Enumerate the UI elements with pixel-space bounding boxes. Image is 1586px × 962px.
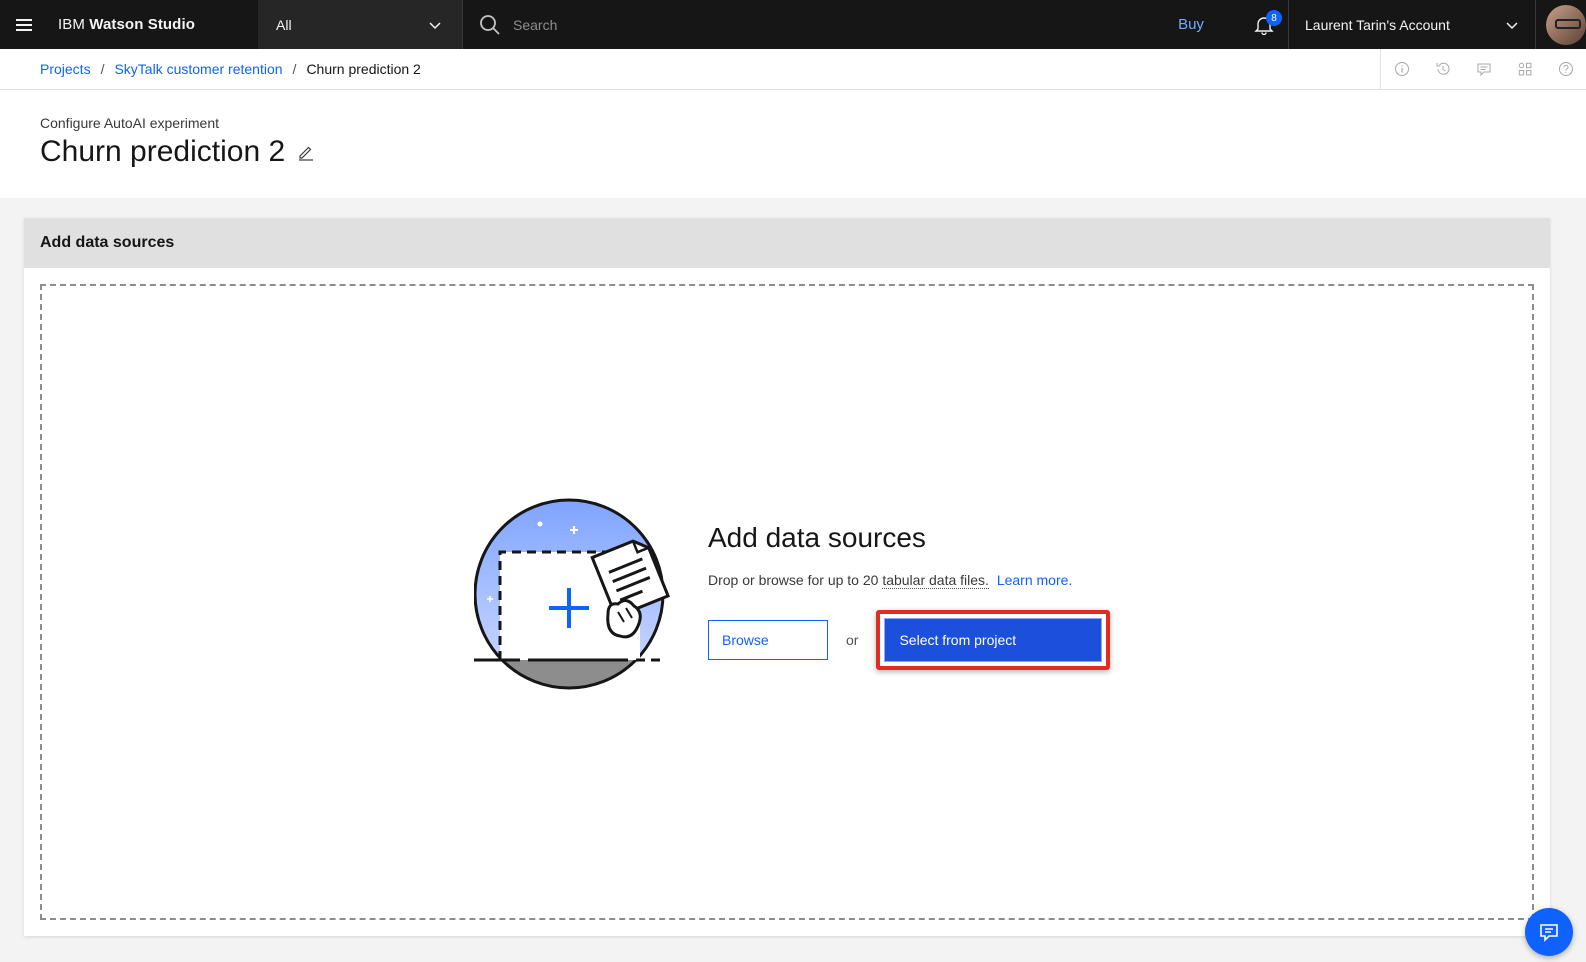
chevron-down-icon [1506, 21, 1518, 29]
breadcrumb-current: Churn prediction 2 [306, 61, 421, 77]
breadcrumb-projects[interactable]: Projects [40, 61, 91, 77]
panel-title: Add data sources [24, 218, 1550, 268]
brand-prefix: IBM [58, 16, 85, 33]
account-label: Laurent Tarin's Account [1305, 16, 1450, 33]
chat-support-button[interactable] [1525, 908, 1573, 956]
brand-name: Watson Studio [89, 16, 195, 33]
search-scope-dropdown[interactable]: All [258, 0, 462, 49]
chat-icon [1477, 63, 1490, 77]
add-data-illustration [474, 498, 674, 690]
info-button[interactable] [1381, 49, 1422, 90]
dropzone-content: Add data sources Drop or browse for up t… [474, 496, 1111, 696]
help-button[interactable] [1545, 49, 1586, 90]
breadcrumb-bar: Projects / SkyTalk customer retention / … [0, 48, 1586, 90]
breadcrumb-separator: / [100, 61, 105, 77]
dropzone-text: Add data sources Drop or browse for up t… [708, 522, 1111, 670]
breadcrumb: Projects / SkyTalk customer retention / … [0, 61, 1380, 77]
edit-title-button[interactable] [297, 143, 315, 161]
chevron-down-icon [429, 21, 441, 29]
search-input[interactable] [513, 16, 1113, 33]
pencil-icon [299, 146, 314, 161]
help-icon [1558, 62, 1573, 76]
search-bar [462, 0, 1142, 49]
chat-icon [1540, 924, 1558, 942]
dropzone-description: Drop or browse for up to 20 tabular data… [708, 572, 1110, 589]
page-subtitle: Configure AutoAI experiment [40, 115, 219, 131]
dropzone-actions: Browse or Select from project [708, 610, 1111, 670]
data-sources-panel: Add data sources Add data sources Drop o… [24, 218, 1550, 936]
desc-prefix: Drop or browse for up to 20 [708, 572, 879, 588]
breadcrumb-separator: / [292, 61, 297, 77]
select-from-project-button[interactable]: Select from project [884, 618, 1103, 662]
browse-button[interactable]: Browse [708, 620, 828, 660]
search-icon[interactable] [479, 14, 501, 36]
or-label: or [846, 632, 859, 648]
breadcrumb-project[interactable]: SkyTalk customer retention [114, 61, 282, 77]
notifications-badge: 8 [1266, 10, 1282, 26]
apps-icon [1518, 62, 1531, 76]
notifications-button[interactable]: 8 [1240, 0, 1288, 49]
integrations-button[interactable] [1504, 49, 1545, 90]
comments-button[interactable] [1463, 49, 1504, 90]
product-name[interactable]: IBM Watson Studio [48, 16, 258, 33]
dropzone-heading: Add data sources [708, 522, 926, 553]
scope-value: All [276, 16, 292, 33]
page-title: Churn prediction 2 [40, 135, 1586, 169]
history-icon [1436, 62, 1449, 75]
buy-link[interactable]: Buy [1142, 16, 1240, 33]
history-button[interactable] [1422, 49, 1463, 90]
highlight-box: Select from project [876, 610, 1111, 670]
avatar[interactable] [1546, 4, 1586, 45]
top-navigation-bar: IBM Watson Studio All Buy 8 Laurent Tari… [0, 0, 1586, 49]
info-icon [1394, 62, 1409, 76]
learn-more-link[interactable]: Learn more. [997, 572, 1072, 588]
account-switcher[interactable]: Laurent Tarin's Account [1288, 0, 1536, 49]
menu-icon[interactable] [0, 0, 48, 49]
page-header: Configure AutoAI experiment Churn predic… [0, 90, 1586, 198]
tabular-files-tooltip[interactable]: tabular data files. [882, 572, 989, 589]
page-title-text: Churn prediction 2 [40, 135, 286, 168]
toolbar [1380, 48, 1586, 90]
